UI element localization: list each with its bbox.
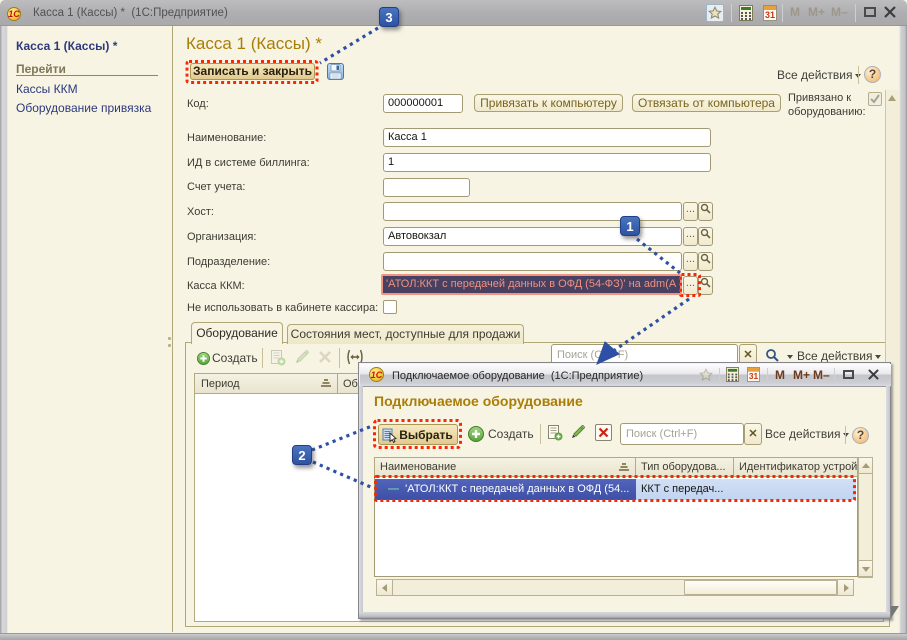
svg-text:31: 31	[749, 371, 759, 381]
svg-text:31: 31	[765, 10, 775, 20]
